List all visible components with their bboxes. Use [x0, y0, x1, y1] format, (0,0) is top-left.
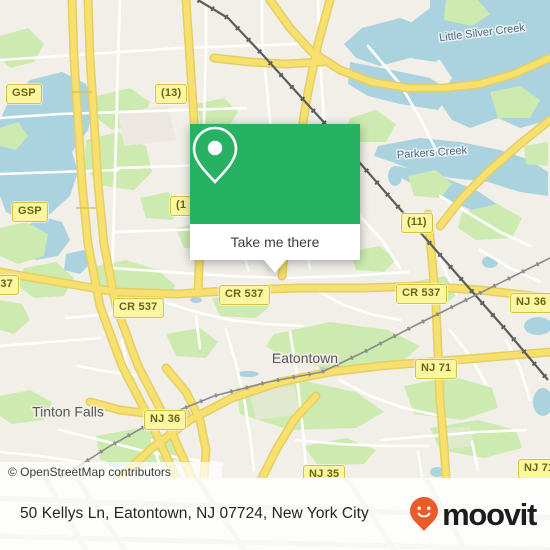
road-shield-cr537-east: CR 537	[396, 284, 447, 304]
road-shield-nj71-mid: NJ 71	[415, 359, 458, 379]
road-shield-11: (11)	[401, 213, 433, 233]
moovit-wordmark: moovit	[442, 496, 537, 532]
popup-cta-label: Take me there	[230, 234, 320, 250]
moovit-pin-smiley-icon	[410, 497, 439, 531]
footer-bar: 50 Kellys Ln, Eatontown, NJ 07724, New Y…	[0, 478, 550, 550]
road-shield-cr537-west: CR 537	[113, 298, 164, 318]
road-shield-nj71-south: NJ 71	[518, 459, 550, 478]
road-shield-gsp-south: GSP	[12, 202, 48, 222]
road-shield-nj36-east: NJ 36	[510, 293, 550, 313]
popup-cta-button[interactable]: Take me there	[190, 224, 360, 260]
osm-attribution-text: © OpenStreetMap contributors	[8, 465, 171, 478]
map-pin-icon	[192, 126, 238, 184]
popup-pointer-tail	[264, 260, 286, 273]
popup-icon-panel	[190, 124, 360, 224]
address-label: 50 Kellys Ln, Eatontown, NJ 07724, New Y…	[20, 505, 369, 522]
road-shield-nj36-west: NJ 36	[144, 410, 187, 430]
road-shield-13: (13)	[155, 84, 188, 104]
map-canvas[interactable]: Eatontown Tinton Falls Little Silver Cre…	[0, 0, 550, 478]
road-shield-1-occluded: (1	[170, 196, 193, 216]
map-screenshot: Eatontown Tinton Falls Little Silver Cre…	[0, 0, 550, 550]
road-shield-537-edge: 537	[0, 275, 19, 295]
osm-attribution-bar[interactable]: © OpenStreetMap contributors	[0, 462, 222, 478]
road-shield-gsp-north: GSP	[6, 84, 42, 104]
road-shield-cr537-mid: CR 537	[219, 285, 270, 305]
take-me-there-popup[interactable]: Take me there	[190, 124, 360, 273]
road-shield-nj35: NJ 35	[303, 465, 346, 478]
moovit-logo: moovit	[409, 496, 537, 532]
